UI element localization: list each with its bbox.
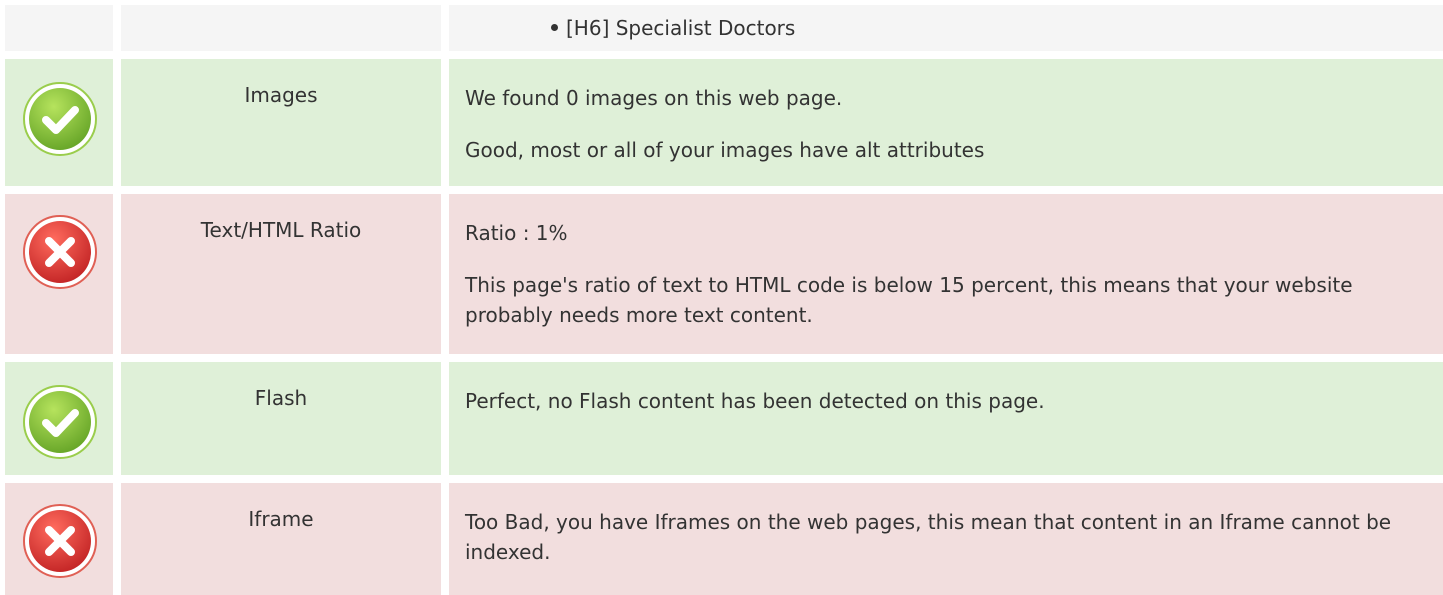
headings-row: [H6] Specialist Doctors	[0, 5, 1443, 51]
headings-icon-cell	[5, 5, 113, 51]
row-content: Perfect, no Flash content has been detec…	[449, 362, 1443, 475]
table-row: Iframe Too Bad, you have Iframes on the …	[0, 483, 1443, 595]
headings-list: [H6] Specialist Doctors	[465, 13, 1427, 43]
status-icon-cell	[5, 194, 113, 354]
headings-content-cell: [H6] Specialist Doctors	[449, 5, 1443, 51]
content-line: Too Bad, you have Iframes on the web pag…	[465, 510, 1392, 564]
headings-label-cell	[121, 5, 441, 51]
status-icon-cell	[5, 59, 113, 186]
check-circle-icon	[23, 82, 97, 156]
table-row: Images We found 0 images on this web pag…	[0, 59, 1443, 186]
seo-report-table: [H6] Specialist Doctors Images We found …	[0, 0, 1443, 595]
row-content: Ratio : 1% This page's ratio of text to …	[449, 194, 1443, 354]
content-line: Ratio : 1%	[465, 221, 568, 245]
row-content: Too Bad, you have Iframes on the web pag…	[449, 483, 1443, 595]
check-circle-icon	[23, 385, 97, 459]
table-row: Flash Perfect, no Flash content has been…	[0, 362, 1443, 475]
list-item: [H6] Specialist Doctors	[551, 13, 1427, 43]
row-label: Images	[121, 59, 441, 186]
row-label: Flash	[121, 362, 441, 475]
table-row: Text/HTML Ratio Ratio : 1% This page's r…	[0, 194, 1443, 354]
status-icon-cell	[5, 362, 113, 475]
cross-circle-icon	[23, 215, 97, 289]
row-content: We found 0 images on this web page. Good…	[449, 59, 1443, 186]
content-line: We found 0 images on this web page.	[465, 86, 843, 110]
row-label: Iframe	[121, 483, 441, 595]
content-line: Perfect, no Flash content has been detec…	[465, 389, 1045, 413]
content-line: Good, most or all of your images have al…	[465, 138, 985, 162]
content-line: This page's ratio of text to HTML code i…	[465, 273, 1353, 327]
status-icon-cell	[5, 483, 113, 595]
cross-circle-icon	[23, 504, 97, 578]
row-label: Text/HTML Ratio	[121, 194, 441, 354]
